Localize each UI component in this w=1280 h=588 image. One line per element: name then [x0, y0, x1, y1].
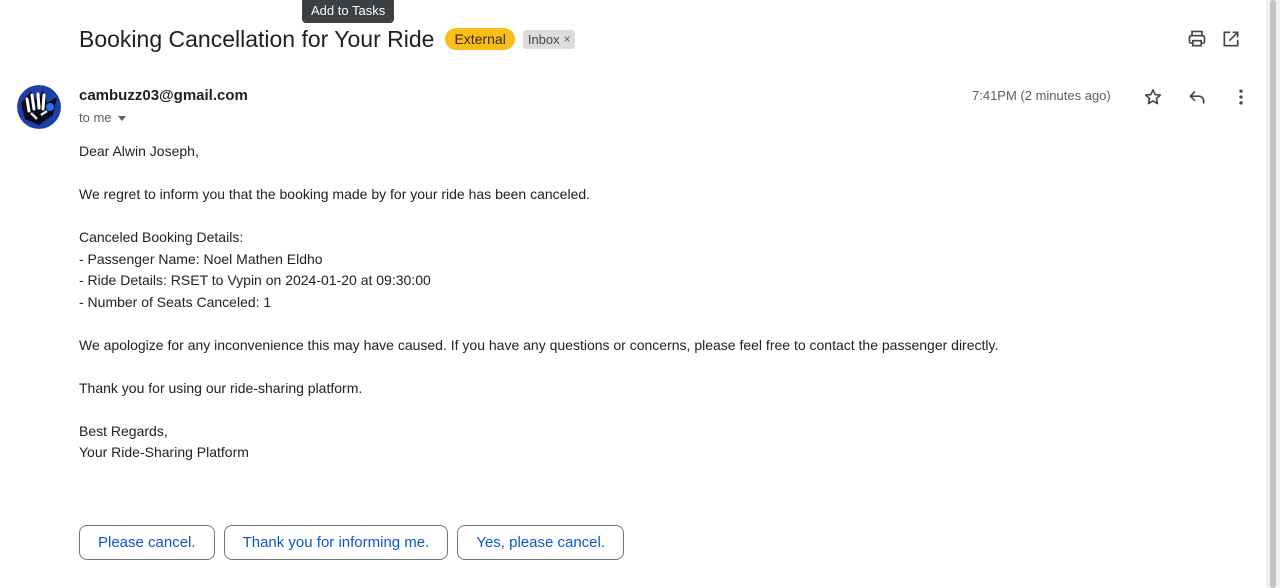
recipient-details[interactable]: to me: [79, 108, 248, 128]
email-body: Dear Alwin Joseph, We regret to inform y…: [79, 141, 998, 464]
inbox-label[interactable]: Inbox ×: [522, 29, 575, 49]
thanks-paragraph: Thank you for using our ride-sharing pla…: [79, 379, 363, 396]
smart-reply-button[interactable]: Yes, please cancel.: [457, 525, 625, 560]
intro-paragraph: We regret to inform you that the booking…: [79, 186, 591, 202]
signature-line: Your Ride-Sharing Platform: [79, 444, 249, 460]
subject-row: Booking Cancellation for Your Ride Exter…: [79, 22, 575, 56]
email-timestamp: 7:41PM (2 minutes ago): [972, 88, 1111, 103]
seats-canceled-line: - Number of Seats Canceled: 1: [79, 293, 272, 310]
details-heading: Canceled Booking Details:: [79, 229, 244, 245]
scrollbar[interactable]: [1266, 0, 1280, 588]
sender-avatar[interactable]: [17, 85, 61, 129]
smart-reply-button[interactable]: Thank you for informing me.: [223, 525, 449, 560]
star-icon[interactable]: [1131, 84, 1175, 110]
recipient-label: to me: [79, 110, 112, 125]
smart-reply-button[interactable]: Please cancel.: [79, 525, 215, 560]
inbox-label-text: Inbox: [527, 31, 560, 47]
smart-replies: Please cancel. Thank you for informing m…: [79, 525, 633, 560]
apology-paragraph: We apologize for any inconvenience this …: [79, 336, 999, 353]
remove-label-icon[interactable]: ×: [564, 30, 571, 49]
external-label: External: [445, 28, 515, 50]
greeting: Dear Alwin Joseph,: [79, 143, 199, 159]
passenger-name-line: - Passenger Name: Noel Mathen Eldho: [79, 250, 323, 267]
header-actions: [1180, 26, 1248, 52]
email-subject: Booking Cancellation for Your Ride: [79, 26, 435, 52]
chevron-down-icon[interactable]: [117, 115, 126, 121]
sender-email[interactable]: cambuzz03@gmail.com: [79, 86, 248, 106]
print-icon[interactable]: [1180, 26, 1214, 52]
open-in-new-window-icon[interactable]: [1214, 26, 1248, 52]
more-vert-icon[interactable]: [1219, 84, 1263, 110]
reply-icon[interactable]: [1175, 84, 1219, 110]
email-view: Add to Tasks Booking Cancellation for Yo…: [0, 0, 1280, 588]
ride-details-line: - Ride Details: RSET to Vypin on 2024-01…: [79, 272, 431, 288]
add-to-tasks-tooltip: Add to Tasks: [302, 0, 395, 23]
message-actions: [1131, 84, 1263, 110]
scrollbar-thumb[interactable]: [1270, 0, 1276, 588]
closing-line: Best Regards,: [79, 422, 168, 439]
sender-info: cambuzz03@gmail.com to me: [79, 86, 248, 128]
